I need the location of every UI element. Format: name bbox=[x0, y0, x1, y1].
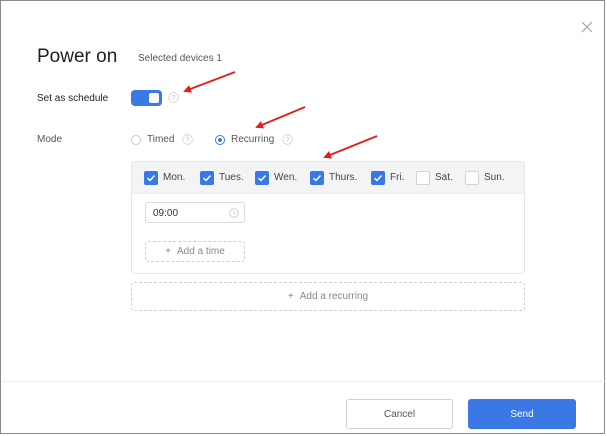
question-circle-icon[interactable]: ? bbox=[168, 92, 179, 103]
checkbox-mon[interactable] bbox=[144, 171, 158, 185]
dialog-title: Power on bbox=[37, 46, 118, 67]
plus-icon: + bbox=[287, 291, 294, 302]
radio-timed-label: Timed bbox=[147, 134, 175, 145]
weekday-selector: Mon. Tues. Wen. Thurs. Fri. Sat. Sun. bbox=[132, 162, 524, 194]
toggle-knob bbox=[149, 93, 159, 103]
radio-timed[interactable] bbox=[131, 135, 141, 145]
check-icon bbox=[147, 175, 156, 182]
add-recurring-button[interactable]: + Add a recurring bbox=[131, 282, 525, 311]
day-label: Sat. bbox=[435, 172, 453, 183]
checkbox-wen[interactable] bbox=[255, 171, 269, 185]
time-value: 09:00 bbox=[153, 208, 179, 219]
svg-text:?: ? bbox=[286, 137, 290, 144]
mode-label: Mode bbox=[37, 134, 63, 145]
schedule-label: Set as schedule bbox=[37, 93, 109, 104]
question-circle-icon[interactable]: ? bbox=[182, 134, 193, 145]
plus-icon: + bbox=[165, 246, 172, 257]
radio-recurring-label: Recurring bbox=[231, 134, 275, 145]
day-label: Wen. bbox=[274, 172, 298, 183]
day-label: Mon. bbox=[163, 172, 186, 183]
cancel-button[interactable]: Cancel bbox=[346, 399, 453, 429]
check-icon bbox=[313, 175, 322, 182]
add-time-label: Add a time bbox=[177, 246, 225, 257]
svg-text:?: ? bbox=[172, 95, 176, 102]
day-label: Sun. bbox=[484, 172, 505, 183]
check-icon bbox=[374, 175, 383, 182]
checkbox-fri[interactable] bbox=[371, 171, 385, 185]
question-circle-icon[interactable]: ? bbox=[282, 134, 293, 145]
dialog-subtitle: Selected devices 1 bbox=[138, 53, 222, 64]
check-icon bbox=[258, 175, 267, 182]
schedule-toggle[interactable] bbox=[131, 90, 162, 106]
check-icon bbox=[203, 175, 212, 182]
checkbox-sun[interactable] bbox=[465, 171, 479, 185]
add-recurring-label: Add a recurring bbox=[299, 291, 369, 302]
svg-text:?: ? bbox=[186, 137, 190, 144]
recurring-panel: Mon. Tues. Wen. Thurs. Fri. Sat. Sun. 09… bbox=[131, 161, 525, 274]
send-button[interactable]: Send bbox=[468, 399, 576, 429]
close-icon[interactable] bbox=[581, 21, 593, 33]
radio-recurring[interactable] bbox=[215, 135, 225, 145]
day-label: Tues. bbox=[219, 172, 244, 183]
add-time-button[interactable]: + Add a time bbox=[145, 241, 245, 262]
time-input[interactable]: 09:00 bbox=[145, 202, 245, 223]
power-on-dialog: Power on Selected devices 1 Set as sched… bbox=[0, 0, 605, 434]
day-label: Thurs. bbox=[329, 172, 358, 183]
clock-icon bbox=[229, 208, 239, 218]
day-label: Fri. bbox=[390, 172, 405, 183]
checkbox-tues[interactable] bbox=[200, 171, 214, 185]
checkbox-thurs[interactable] bbox=[310, 171, 324, 185]
footer-divider bbox=[2, 381, 605, 382]
checkbox-sat[interactable] bbox=[416, 171, 430, 185]
